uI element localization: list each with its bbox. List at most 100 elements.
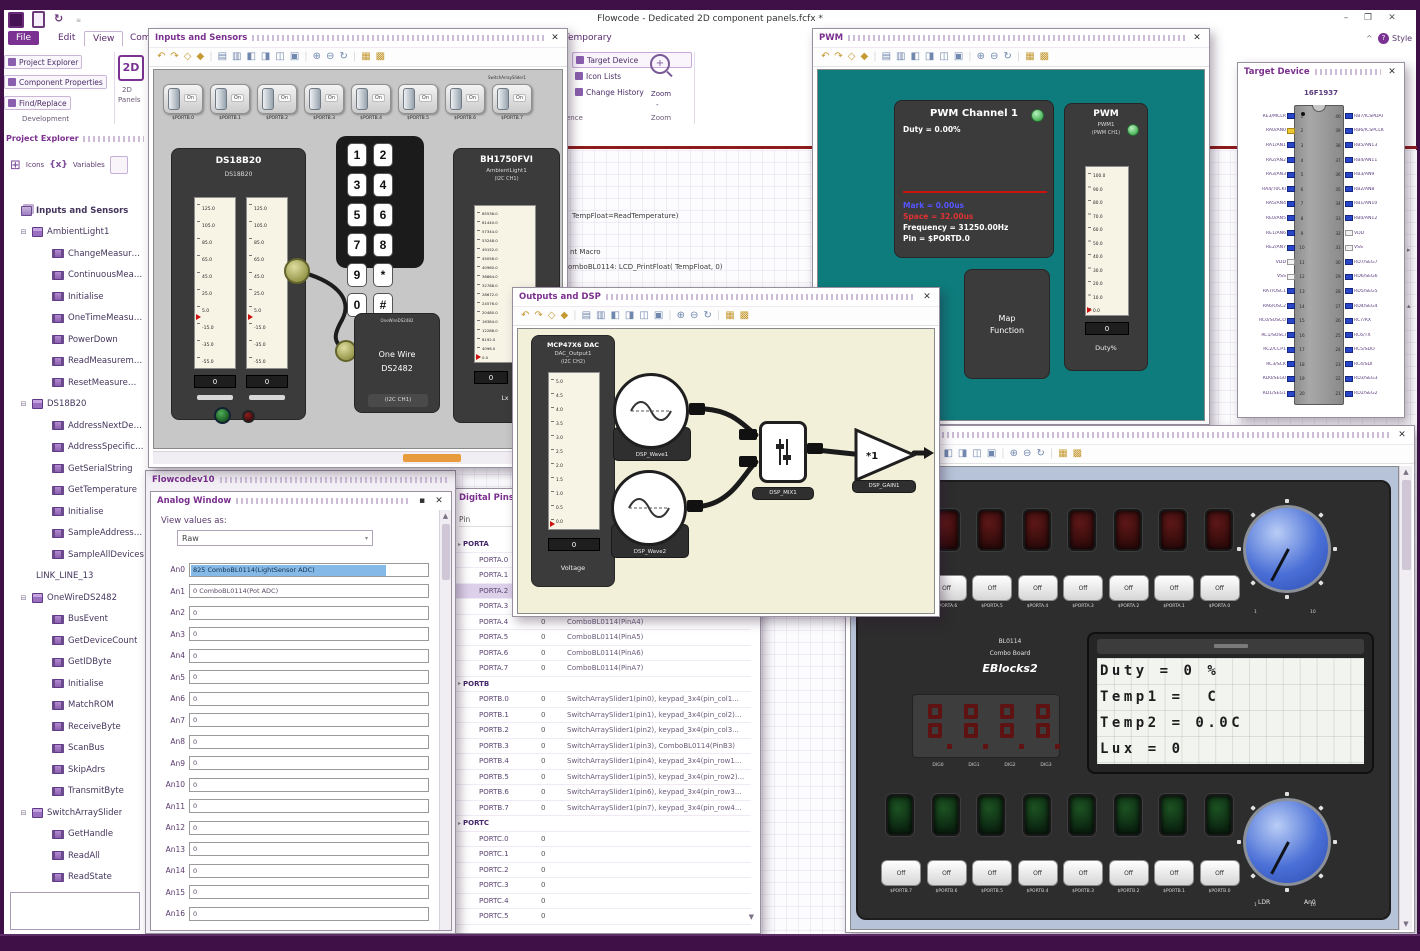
group-expander-icon[interactable]: ▸ xyxy=(455,541,463,548)
ribbon-view-item[interactable]: Target Device xyxy=(572,52,692,68)
toolbar-icon[interactable]: | xyxy=(1001,449,1004,459)
tree-item[interactable]: LINK_LINE_13 xyxy=(6,566,144,588)
toolbar-icon[interactable]: ◧ xyxy=(246,52,255,62)
switch-knob[interactable] xyxy=(403,88,415,110)
scroll-down-icon[interactable]: ▼ xyxy=(749,913,754,921)
digital-pin-row[interactable]: ▸ PORTC xyxy=(455,816,751,832)
view-mode-dropdown[interactable]: Raw ▾ xyxy=(177,530,373,546)
toolbar-icon[interactable]: ◫ xyxy=(939,52,948,62)
minimize-button[interactable]: – xyxy=(1338,13,1354,23)
tree-expander-icon[interactable]: ⊟ xyxy=(19,228,28,236)
window-titlebar[interactable]: Outputs and DSP ✕ xyxy=(513,288,939,306)
zoom-icon[interactable]: + xyxy=(650,54,670,74)
toolbar-icon[interactable]: | xyxy=(968,52,971,62)
explorer-filter-box[interactable] xyxy=(10,892,140,930)
slide-switch[interactable]: On $PORTB.0 xyxy=(163,84,203,121)
digital-pin-row[interactable]: PORTB.4 0 SwitchArraySlider1(pin4), keyp… xyxy=(455,754,751,770)
board-switch[interactable]: Off $PORTB.2 xyxy=(1108,860,1149,894)
toolbar-icon[interactable]: ↶ xyxy=(521,311,529,321)
board-switch[interactable]: Off $PORTA.1 xyxy=(1154,575,1194,609)
keypad-key[interactable]: 6 xyxy=(373,203,393,227)
toolbar-icon[interactable]: ↶ xyxy=(157,52,165,62)
tree-item[interactable]: ⊟ DS18B20 xyxy=(6,394,144,416)
toolbar-icon[interactable]: ◨ xyxy=(625,311,634,321)
tree-item[interactable]: GetHandle xyxy=(6,824,144,846)
switch-knob[interactable] xyxy=(168,88,180,110)
ribbon-collapse-icon[interactable]: ^ xyxy=(1366,34,1373,43)
toolbar-icon[interactable]: ↷ xyxy=(534,311,542,321)
toolbar-icon[interactable]: ⊖ xyxy=(690,311,698,321)
tree-item[interactable]: TransmitByte xyxy=(6,781,144,803)
dsp-wave1-block[interactable] xyxy=(613,373,689,449)
scrollbar-thumb[interactable] xyxy=(1402,480,1411,570)
ribbon-component-properties-button[interactable]: Component Properties xyxy=(4,75,107,89)
tab-file[interactable]: File xyxy=(8,31,40,45)
tree-item[interactable]: ⊟ OneWireDS2482 xyxy=(6,587,144,609)
tree-item[interactable]: GetTemperature xyxy=(6,480,144,502)
slide-switch[interactable]: On $PORTB.2 xyxy=(257,84,297,121)
toolbar-icon[interactable]: ◨ xyxy=(958,449,967,459)
toggle-button[interactable]: Off xyxy=(1063,575,1103,601)
switch-knob[interactable] xyxy=(450,88,462,110)
toolbar-icon[interactable]: ▤ xyxy=(218,52,227,62)
toolbar-icon[interactable]: | xyxy=(1017,52,1020,62)
tree-item[interactable]: AddressNextDevice xyxy=(6,415,144,437)
digital-pin-row[interactable]: PORTC.0 0 xyxy=(455,832,751,847)
tab-view[interactable]: View xyxy=(84,31,124,47)
keypad-key[interactable]: 9 xyxy=(347,263,367,287)
digital-pin-row[interactable]: PORTB.6 0 SwitchArraySlider1(pin6), keyp… xyxy=(455,785,751,801)
close-icon[interactable]: ✕ xyxy=(1191,33,1203,43)
toolbar-icon[interactable]: | xyxy=(668,311,671,321)
keypad-key[interactable]: 3 xyxy=(347,173,367,197)
tree-item[interactable]: PowerDown xyxy=(6,329,144,351)
toolbar-icon[interactable]: ▣ xyxy=(987,449,996,459)
digital-pin-row[interactable]: PORTA.5 0 ComboBL0114(PinA5) xyxy=(455,630,751,646)
ribbon-zoom-button[interactable]: Zoom xyxy=(646,90,676,98)
analog-value-field[interactable]: 0 xyxy=(189,713,429,727)
close-icon[interactable]: ✕ xyxy=(1386,67,1398,77)
tree-expander-icon[interactable]: ⊟ xyxy=(19,809,28,817)
window-titlebar[interactable]: Target Device ✕ xyxy=(1238,63,1404,81)
toggle-button[interactable]: Off xyxy=(972,575,1012,601)
keypad-key[interactable]: 4 xyxy=(373,173,393,197)
tree-item[interactable]: Inputs and Sensors xyxy=(6,200,144,222)
toolbar-icon[interactable]: ◧ xyxy=(943,449,952,459)
keypad-key[interactable]: * xyxy=(373,263,393,287)
project-explorer-header[interactable]: Project Explorer xyxy=(4,132,146,145)
toolbar-icon[interactable]: ⊕ xyxy=(1010,449,1018,459)
toolbar-icon[interactable]: ↶ xyxy=(821,52,829,62)
scroll-up-icon[interactable]: ▲ xyxy=(440,512,451,520)
slide-switch[interactable]: On $PORTB.5 xyxy=(398,84,438,121)
close-icon[interactable]: ✕ xyxy=(921,292,933,302)
toolbar-icon[interactable]: ⊖ xyxy=(990,52,998,62)
dsp-gain-block[interactable]: *1 xyxy=(854,428,916,482)
analog-value-field[interactable]: 0 xyxy=(189,691,429,706)
toolbar-icon[interactable]: ▦ xyxy=(1025,52,1034,62)
analog-value-field[interactable]: 0 xyxy=(189,734,429,749)
scroll-up-icon[interactable]: ▲ xyxy=(1400,468,1412,476)
digital-pin-row[interactable]: PORTB.7 0 SwitchArraySlider1(pin7), keyp… xyxy=(455,801,751,816)
ldr-knob[interactable] xyxy=(1232,787,1342,897)
tree-item[interactable]: ChangeMeasuremen... xyxy=(6,243,144,265)
analog-value-field[interactable]: 0 xyxy=(189,906,429,921)
tree-item[interactable]: ReadAll xyxy=(6,845,144,867)
canvas-scroll-right-icon[interactable]: ▸ xyxy=(1407,246,1411,254)
toolbar-icon[interactable]: ▩ xyxy=(740,311,749,321)
digital-pin-row[interactable]: PORTC.2 0 xyxy=(455,863,751,878)
tree-item[interactable]: AddressSpecificDev... xyxy=(6,437,144,459)
toolbar-icon[interactable]: ▩ xyxy=(1040,52,1049,62)
tree-item[interactable]: SampleAddressedD... xyxy=(6,523,144,545)
digital-pin-row[interactable]: PORTA.7 0 ComboBL0114(PinA7) xyxy=(455,661,751,677)
toolbar-icon[interactable]: ▥ xyxy=(896,52,905,62)
vertical-scrollbar[interactable]: ▲ ▼ xyxy=(1399,466,1412,930)
analog-value-field[interactable]: 0 xyxy=(189,863,429,878)
board-switch[interactable]: Off $PORTB.7 xyxy=(881,860,921,894)
toggle-button[interactable]: Off xyxy=(972,860,1012,886)
slide-switch[interactable]: On $PORTB.3 xyxy=(304,84,344,121)
ribbon-view-item[interactable]: Icon Lists xyxy=(572,68,692,84)
toggle-button[interactable]: Off xyxy=(1154,575,1194,601)
canvas-scroll-up-icon[interactable]: ▴ xyxy=(1407,302,1411,310)
board-switch[interactable]: Off $PORTB.5 xyxy=(972,860,1012,894)
board-switch[interactable]: Off $PORTB.3 xyxy=(1063,860,1103,894)
variables-button-label[interactable]: Variables xyxy=(73,161,105,169)
